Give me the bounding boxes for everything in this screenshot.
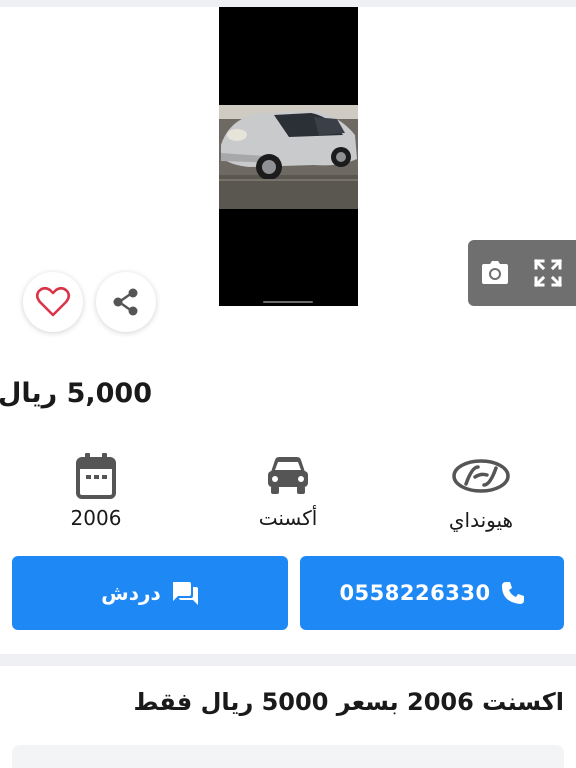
spec-row: 2006 أكسنت هيونداي	[0, 448, 576, 538]
spec-model: أكسنت	[213, 448, 363, 530]
chat-button-label: دردش	[101, 581, 161, 605]
spec-year-label: 2006	[70, 506, 122, 530]
chat-button[interactable]: دردش	[12, 556, 288, 630]
photo-gallery[interactable]	[0, 7, 576, 337]
car-icon	[267, 448, 309, 504]
spec-model-label: أكسنت	[258, 506, 318, 530]
call-number: 0558226330	[339, 581, 491, 605]
chat-icon	[172, 582, 198, 605]
spec-make: هيونداي	[406, 448, 556, 532]
listing-title: اكسنت 2006 بسعر 5000 ريال فقط	[133, 688, 564, 716]
calendar-icon	[76, 448, 116, 504]
listing-photo[interactable]	[219, 7, 358, 306]
home-indicator	[263, 301, 313, 303]
spec-make-label: هيونداي	[448, 508, 514, 532]
fullscreen-icon[interactable]	[532, 257, 564, 289]
hyundai-logo-icon	[452, 448, 510, 504]
spec-year: 2006	[21, 448, 171, 530]
description-card	[12, 745, 564, 768]
share-icon	[113, 288, 138, 316]
favorite-button[interactable]	[23, 272, 83, 332]
media-toolbar	[468, 240, 576, 306]
section-divider	[0, 654, 576, 666]
phone-icon	[501, 582, 524, 604]
car-photo	[219, 105, 358, 209]
camera-icon[interactable]	[479, 257, 511, 289]
share-button[interactable]	[96, 272, 156, 332]
listing-price: 5,000 ريال	[0, 378, 152, 409]
top-divider	[0, 0, 576, 7]
heart-outline-icon	[35, 286, 71, 317]
call-button[interactable]: 0558226330	[300, 556, 564, 630]
